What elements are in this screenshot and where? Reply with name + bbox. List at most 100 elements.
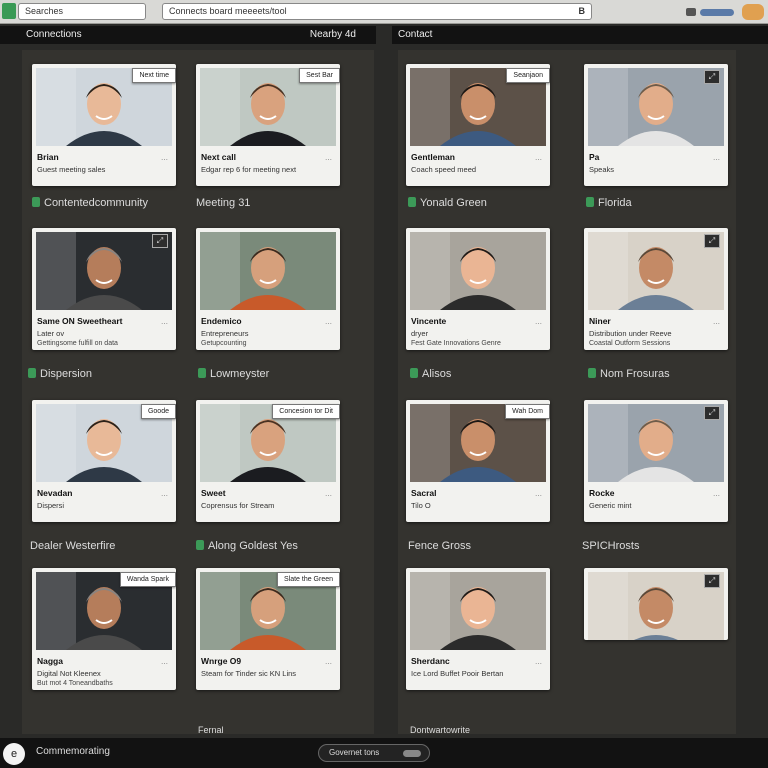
row-label[interactable]: Yonald Green [408, 195, 487, 211]
contact-name: Gentleman [411, 152, 455, 162]
contact-detail: Distribution under Reeve [589, 329, 672, 338]
contact-name: Niner [589, 316, 611, 326]
address-text: Connects board meeeets/tool [169, 6, 287, 16]
contact-card[interactable]: Goode Nevadan Dispersi ⋯ [32, 400, 176, 522]
address-bar[interactable]: Connects board meeeets/tool B [162, 3, 592, 20]
row-label-text: Fence Gross [408, 540, 471, 552]
contact-card[interactable]: ⤢⋯ [584, 568, 728, 640]
contact-name: Endemico [201, 316, 242, 326]
contact-card[interactable]: Concesion tor Dit Sweet Coprensus for Stre… [196, 400, 340, 522]
contact-card[interactable]: ⤢ Niner Distribution under Reeve Coastal Ou… [584, 228, 728, 350]
more-options-icon[interactable]: ⋯ [713, 320, 720, 328]
contact-card[interactable]: Sherdanc Ice Lord Buffet Pooir Bertan ⋯ [406, 568, 550, 690]
row-label-text: Yonald Green [420, 197, 487, 209]
bottom-status-label: Commemorating [36, 746, 110, 757]
contact-tag[interactable]: Wanda Spark [119, 572, 176, 587]
row-label[interactable]: Along Goldest Yes [196, 538, 298, 554]
panel-header-contact: Contact [392, 26, 768, 44]
row-label-text: Fernal [198, 725, 224, 735]
contact-card[interactable]: Vincente dryer Fest Gate Innovations Genre… [406, 228, 550, 350]
row-label[interactable]: Meeting 31 [196, 195, 250, 211]
row-label[interactable]: Alisos [410, 366, 451, 382]
contact-tag[interactable]: Goode [140, 404, 176, 419]
contact-detail: Guest meeting sales [37, 165, 106, 174]
row-label[interactable]: Fence Gross [408, 538, 471, 554]
row-label-text: Florida [598, 197, 632, 209]
bookmark-icon[interactable]: B [579, 4, 586, 19]
contact-tag[interactable]: Sest Bar [299, 68, 340, 83]
expand-icon[interactable]: ⤢ [152, 234, 168, 248]
status-dot-icon [408, 197, 416, 207]
avatar[interactable]: e [3, 743, 25, 765]
more-options-icon[interactable]: ⋯ [325, 660, 332, 668]
more-options-icon[interactable]: ⋯ [325, 156, 332, 164]
expand-icon[interactable]: ⤢ [704, 574, 720, 588]
more-options-icon[interactable]: ⋯ [535, 320, 542, 328]
contact-card[interactable]: Slate the Green Wnrge O9 Steam for Tinder … [196, 568, 340, 690]
governance-toggle[interactable]: Governet tons [318, 744, 430, 762]
contact-card[interactable]: ⤢ Same ON Sweetheart Later ov Gettingsome f… [32, 228, 176, 350]
contact-note: But mot 4 Toneandbaths [37, 680, 113, 687]
more-options-icon[interactable]: ⋯ [535, 156, 542, 164]
row-label[interactable]: Dispersion [28, 366, 92, 382]
contact-tag[interactable]: Wah Dom [505, 404, 550, 419]
row-label[interactable]: Lowmeyster [198, 366, 269, 382]
row-label-text: Nom Frosuras [600, 368, 670, 380]
contact-photo [410, 572, 546, 650]
contact-note: Getupcounting [201, 340, 247, 347]
contact-card[interactable]: Sest Bar Next call Edgar rep 6 for meeting… [196, 64, 340, 186]
expand-icon[interactable]: ⤢ [704, 406, 720, 420]
row-label[interactable]: Contentedcommunity [32, 195, 148, 211]
expand-icon[interactable]: ⤢ [704, 70, 720, 84]
search-input[interactable]: Searches [18, 3, 146, 20]
more-options-icon[interactable]: ⋯ [325, 320, 332, 328]
row-label[interactable]: SPICHrosts [582, 538, 639, 554]
row-label-text: Dontwartowrite [410, 725, 471, 735]
toggle-switch-icon[interactable] [403, 750, 421, 757]
contact-card[interactable]: ⤢ Rocke Generic mint ⋯ [584, 400, 728, 522]
profile-icon[interactable] [700, 9, 734, 16]
contact-detail: Tilo O [411, 501, 431, 510]
app-icon[interactable] [2, 3, 16, 19]
more-options-icon[interactable]: ⋯ [161, 320, 168, 328]
row-label[interactable]: Dealer Westerfire [30, 538, 115, 554]
more-options-icon[interactable]: ⋯ [325, 492, 332, 500]
minimize-icon[interactable] [686, 8, 696, 16]
row-label[interactable]: Nom Frosuras [588, 366, 670, 382]
more-options-icon[interactable]: ⋯ [535, 660, 542, 668]
contact-card[interactable]: Next time Brian Guest meeting sales ⋯ [32, 64, 176, 186]
top-toolbar: Searches Connects board meeeets/tool B [0, 0, 768, 24]
status-dot-icon [198, 368, 206, 378]
contact-name: Sacral [411, 488, 437, 498]
contact-tag[interactable]: Next time [132, 68, 176, 83]
more-options-icon[interactable]: ⋯ [161, 492, 168, 500]
more-options-icon[interactable]: ⋯ [713, 156, 720, 164]
extension-icon[interactable] [742, 4, 764, 20]
contact-tag[interactable]: Slate the Green [276, 572, 340, 587]
expand-icon[interactable]: ⤢ [704, 234, 720, 248]
panel-title: Connections [26, 29, 82, 40]
contact-card[interactable]: ⤢ Pa Speaks ⋯ [584, 64, 728, 186]
status-dot-icon [28, 368, 36, 378]
more-options-icon[interactable]: ⋯ [713, 492, 720, 500]
contact-detail: Ice Lord Buffet Pooir Bertan [411, 669, 504, 678]
row-label-text: Alisos [422, 368, 452, 380]
contact-card[interactable]: Seanjaon Gentleman Coach speed meed ⋯ [406, 64, 550, 186]
more-options-icon[interactable]: ⋯ [161, 156, 168, 164]
contact-detail: Entrepreneurs [201, 329, 249, 338]
contact-tag[interactable]: Concesion tor Dit [272, 404, 340, 419]
contact-card[interactable]: Endemico Entrepreneurs Getupcounting ⋯ [196, 228, 340, 350]
contact-card[interactable]: Wah Dom Sacral Tilo O ⋯ [406, 400, 550, 522]
contact-name: Nagga [37, 656, 63, 666]
row-label-text: Dealer Westerfire [30, 540, 116, 552]
more-options-icon[interactable]: ⋯ [161, 660, 168, 668]
panel-action-button[interactable]: Nearby 4d [310, 26, 356, 44]
contact-detail: Coprensus for Stream [201, 501, 275, 510]
row-label[interactable]: Dontwartowrite [410, 722, 470, 738]
contact-name: Brian [37, 152, 59, 162]
more-options-icon[interactable]: ⋯ [535, 492, 542, 500]
contact-tag[interactable]: Seanjaon [506, 68, 550, 83]
contact-card[interactable]: Wanda Spark Nagga Digital Not Kleenex But m… [32, 568, 176, 690]
row-label[interactable]: Fernal [198, 722, 224, 738]
row-label[interactable]: Florida [586, 195, 632, 211]
